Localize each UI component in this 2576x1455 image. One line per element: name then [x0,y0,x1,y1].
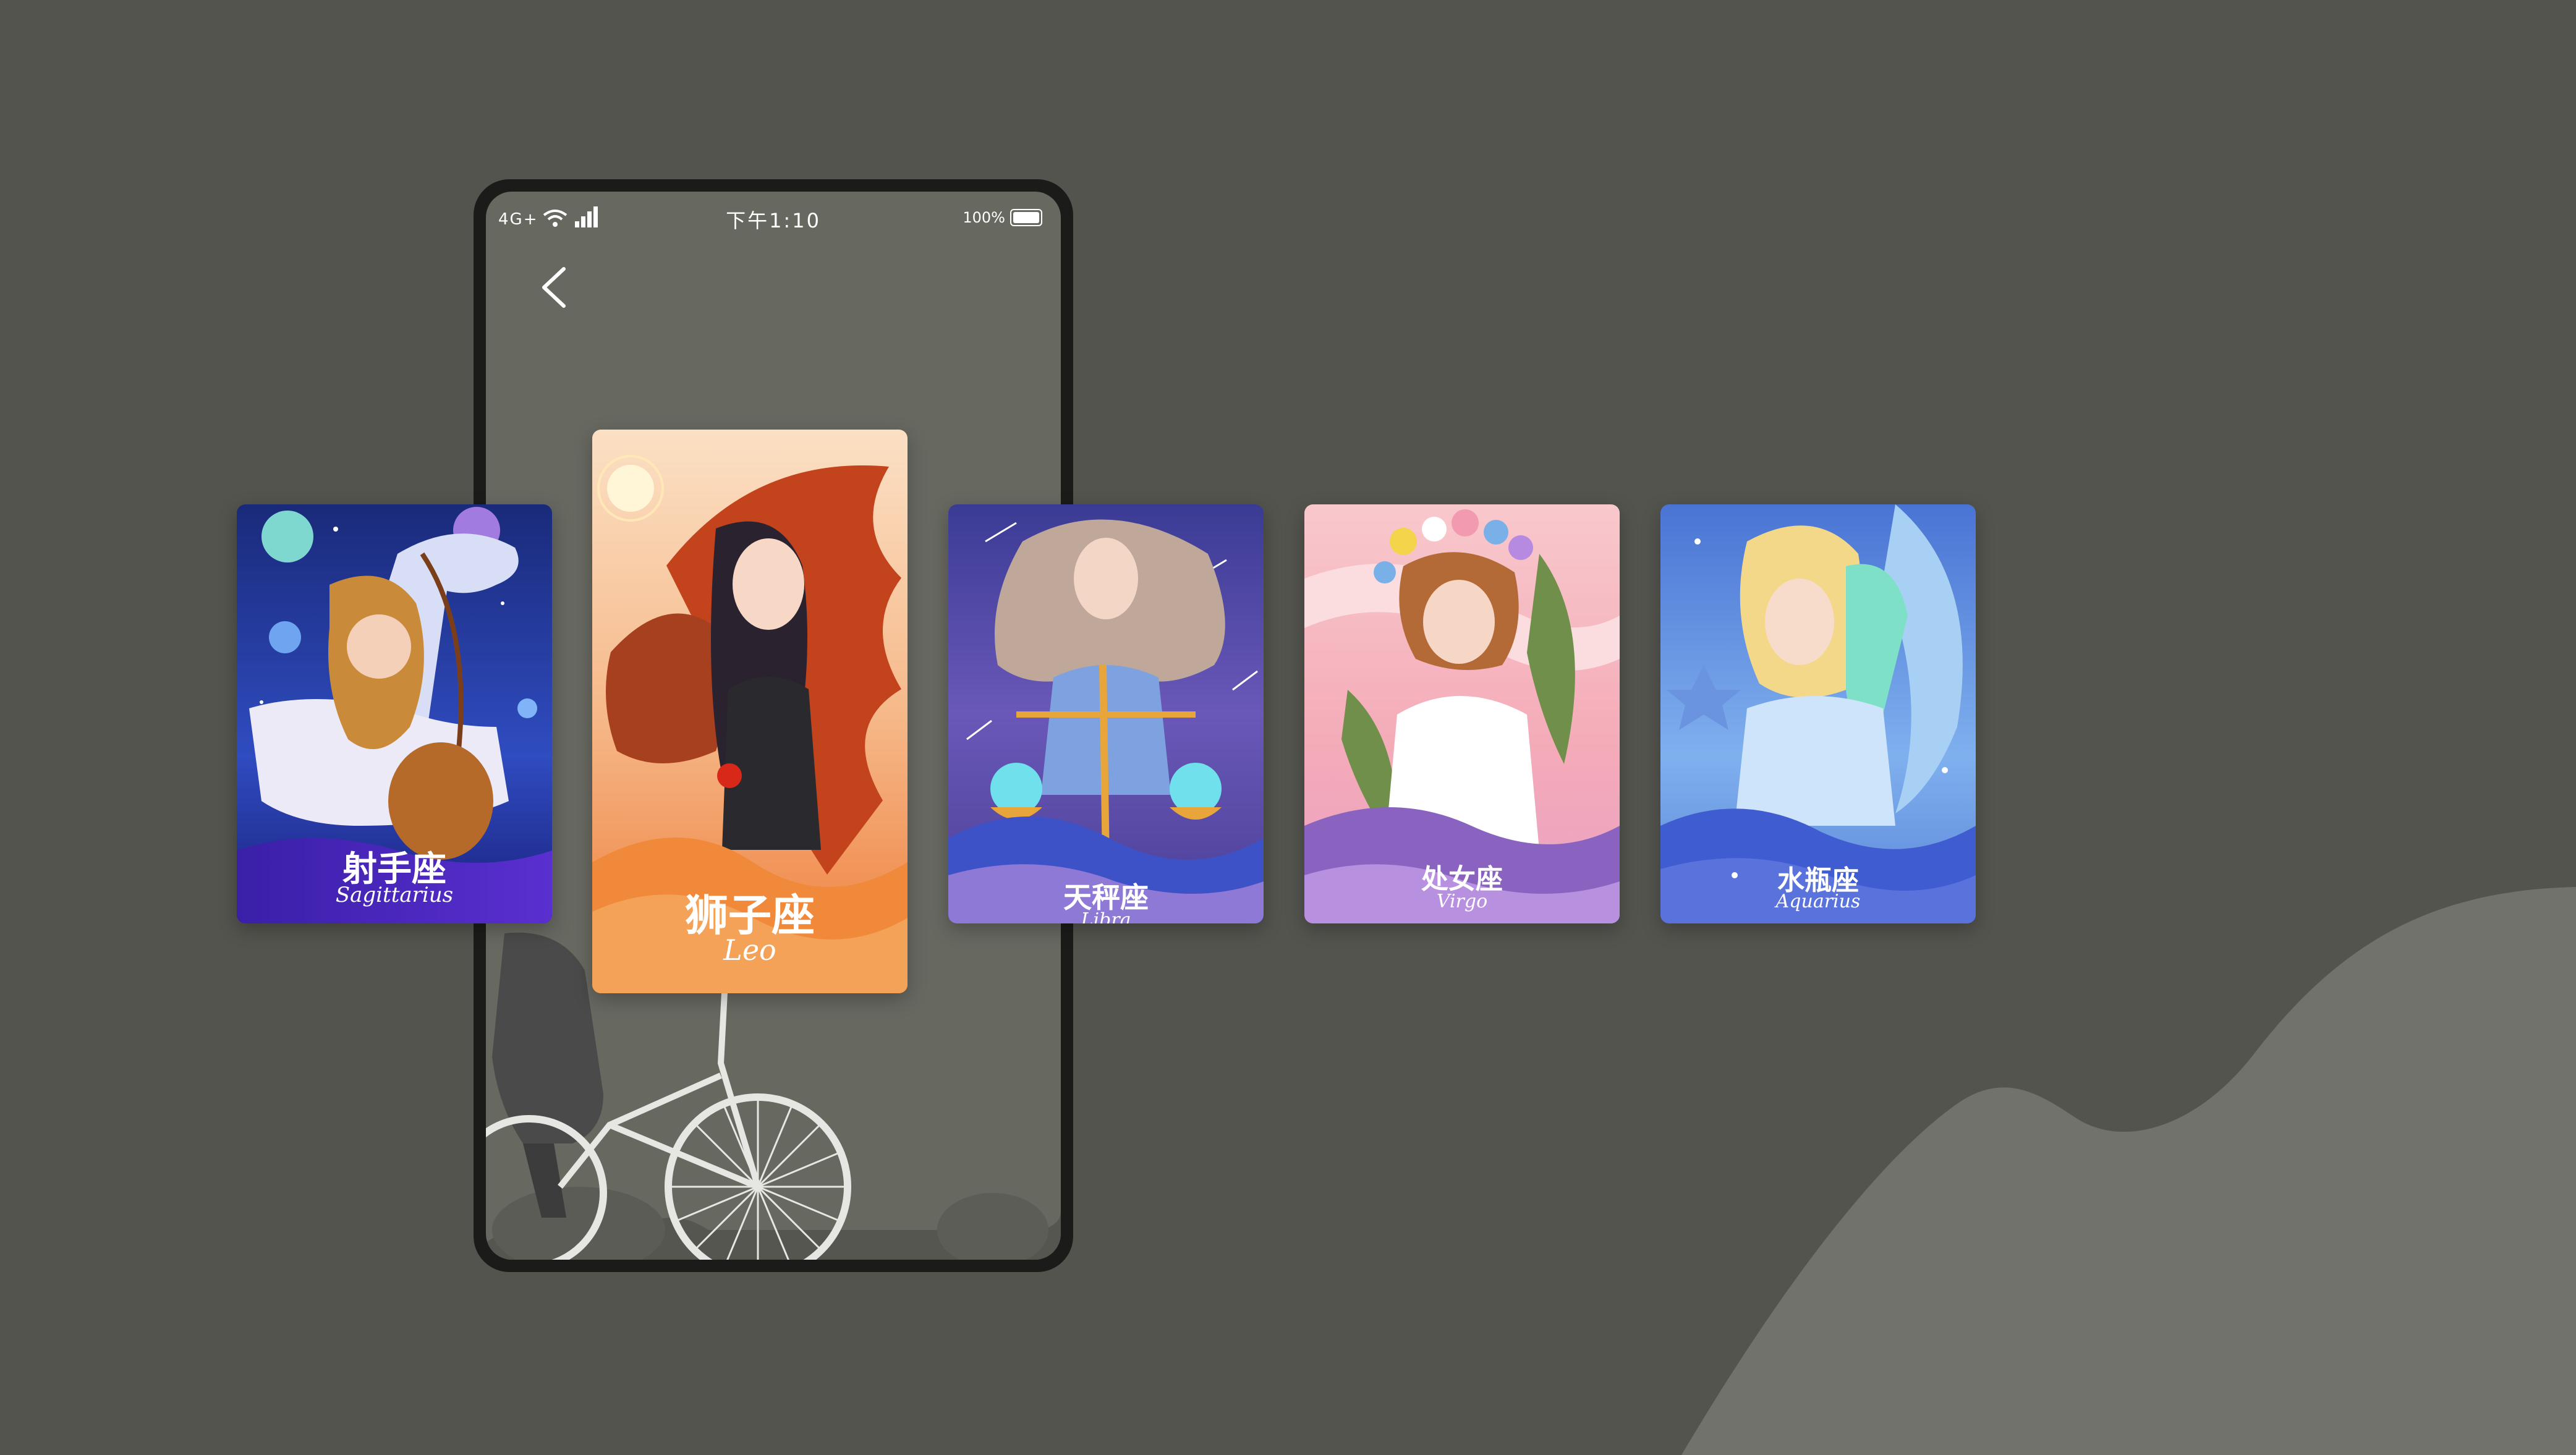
battery-icon [1010,209,1042,226]
zodiac-card-virgo[interactable]: 处女座 Virgo [1304,504,1620,923]
card-title-en: Aquarius [1775,891,1861,912]
battery-level: 100% [963,209,1005,226]
card-title-en: Virgo [1436,891,1488,912]
zodiac-card-sagittarius[interactable]: 射手座 Sagittarius [237,504,552,923]
zodiac-card-leo[interactable]: 狮子座 Leo [592,430,908,993]
status-bar: 4G+ 下午1:10 100% [486,192,1061,253]
libra-illustration [948,504,1264,923]
card-title-en: Sagittarius [335,883,454,907]
chevron-left-icon[interactable] [529,253,579,321]
card-title-en: Libra [1081,909,1131,923]
card-title-en: Leo [723,933,776,967]
zodiac-card-libra[interactable]: 天秤座 Libra [948,504,1264,923]
zodiac-card-aquarius[interactable]: 水瓶座 Aquarius [1660,504,1976,923]
